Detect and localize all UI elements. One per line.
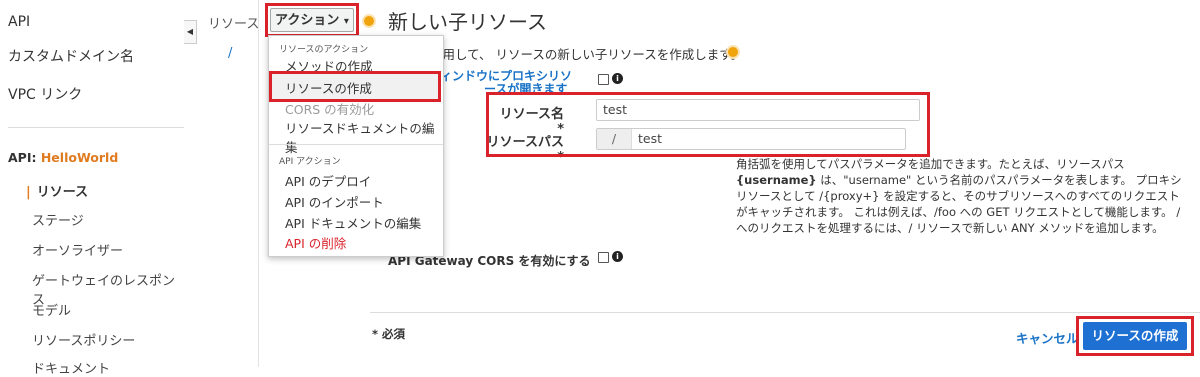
footer-divider [370,312,1200,313]
page-title: 新しい子リソース [388,10,547,34]
cors-checkbox[interactable] [598,252,609,263]
api-heading-prefix: API: [8,150,41,165]
highlight-create-resource [269,71,441,102]
intro-text: 使用して、 リソースの新しい子リソースを作成します。 [430,47,743,62]
menu-item-edit-resource-docs[interactable]: リソースドキュメントの編集 [285,118,443,156]
tree-root-resource[interactable]: / [228,46,232,61]
proxy-checkbox[interactable] [598,74,609,85]
intro-help-dot-icon[interactable] [726,45,740,59]
menu-item-delete-api[interactable]: API の削除 [285,233,346,252]
info-icon[interactable]: i [612,73,623,84]
cors-info-icon[interactable]: i [612,251,623,262]
menu-item-deploy-api[interactable]: API のデプロイ [285,171,371,190]
cancel-button[interactable]: キャンセル [1016,328,1079,347]
tree-title: リソース [208,17,260,32]
highlight-actions [265,3,359,37]
sidebar-item-vpc-link[interactable]: VPC リンク [8,84,82,104]
required-note: * 必須 [372,327,406,341]
menu-section-resource: リソースのアクション [279,45,369,55]
sidebar-item-resource-policy[interactable]: リソースポリシー [32,330,135,349]
menu-section-api: API アクション [279,157,341,167]
collapse-sidebar-icon[interactable]: ◀ [184,20,197,44]
api-name[interactable]: HelloWorld [41,150,118,165]
sidebar-item-documentation[interactable]: ドキュメント [32,358,110,377]
menu-divider [269,144,443,145]
tree-separator [258,0,259,367]
sidebar-item-resources[interactable]: | リソース [26,181,88,200]
sidebar-item-authorizers[interactable]: オーソライザー [32,240,123,259]
menu-item-edit-api-docs[interactable]: API ドキュメントの編集 [285,213,421,232]
sidebar-item-custom-domain[interactable]: カスタムドメイン名 [8,46,134,66]
left-sidebar: API カスタムドメイン名 VPC リンク API: HelloWorld | リ… [0,0,184,377]
actions-dropdown-menu: リソースのアクション メソッドの作成 リソースの作成 CORS の有効化 リソー… [268,35,444,257]
sidebar-item-models[interactable]: モデル [32,300,71,319]
path-help-text: 角括弧を使用してパスパラメータを追加できます。たとえば、リソースパス {user… [736,157,1182,235]
api-heading: API: HelloWorld [8,150,118,165]
sidebar-item-api[interactable]: API [8,14,30,30]
sidebar-divider [8,127,184,128]
menu-item-import-api[interactable]: API のインポート [285,192,384,211]
highlight-resource-fields [486,92,930,157]
help-dot-icon[interactable] [362,14,376,28]
sidebar-item-stages[interactable]: ステージ [32,210,84,229]
highlight-create-button [1076,316,1194,356]
active-indicator: | [26,185,31,200]
